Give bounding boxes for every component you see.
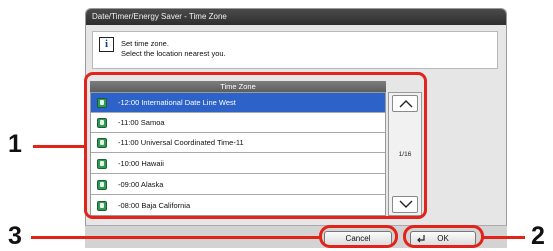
callout-line-1 [33,145,85,148]
callout-ring-ok [403,225,484,248]
callout-ring-list [84,72,427,219]
callout-line-2 [483,236,525,239]
message-box: i Set time zone. Select the location nea… [92,31,498,69]
callout-ring-cancel [319,225,398,248]
callout-line-3 [31,236,320,239]
message-line-1: Set time zone. [121,39,169,48]
window-title: Date/Timer/Energy Saver - Time Zone [86,9,506,25]
callout-number-1: 1 [8,130,22,158]
info-icon: i [99,37,114,52]
message-line-2: Select the location nearest you. [121,49,226,58]
